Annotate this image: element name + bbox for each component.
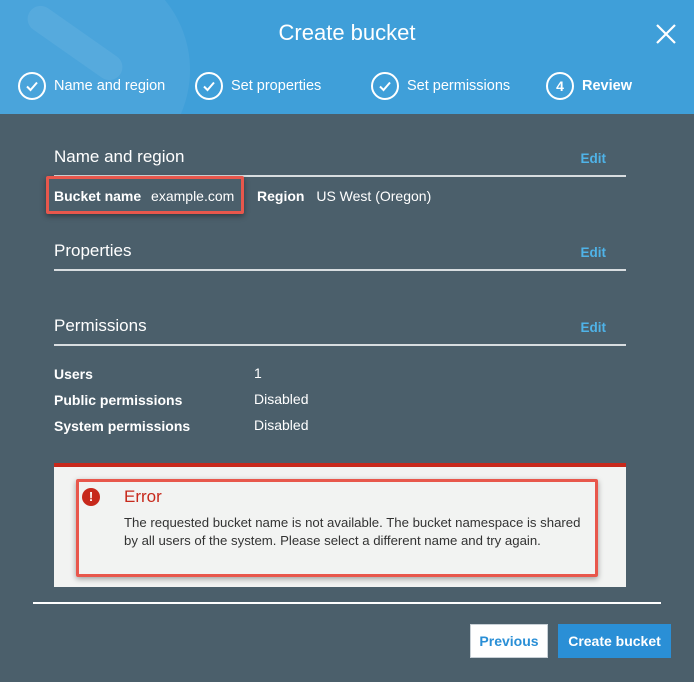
step-name-and-region[interactable]: Name and region	[18, 70, 165, 102]
wizard-steps: Name and region Set properties Set permi…	[0, 70, 694, 104]
public-permissions-value: Disabled	[254, 391, 309, 407]
edit-properties-link[interactable]: Edit	[581, 245, 607, 260]
region-value: US West (Oregon)	[316, 188, 432, 204]
step-review[interactable]: 4 Review	[546, 70, 632, 102]
step-label: Set permissions	[407, 78, 511, 94]
previous-button[interactable]: Previous	[470, 624, 548, 658]
check-icon	[195, 72, 223, 100]
system-permissions-value: Disabled	[254, 417, 309, 433]
bucket-name-value: example.com	[151, 188, 235, 204]
footer-divider	[33, 602, 661, 604]
section-title: Permissions	[54, 316, 147, 335]
dialog-header: Create bucket Name and region Set proper…	[0, 0, 694, 114]
section-title: Properties	[54, 241, 132, 260]
step-label: Review	[582, 78, 632, 94]
section-title: Name and region	[54, 147, 185, 166]
edit-name-region-link[interactable]: Edit	[581, 151, 607, 166]
public-permissions-label: Public permissions	[54, 392, 183, 408]
users-value: 1	[254, 365, 262, 381]
check-icon	[18, 72, 46, 100]
step-number: 4	[546, 72, 574, 100]
error-icon: !	[82, 488, 100, 506]
step-label: Name and region	[54, 78, 166, 94]
section-permissions: Permissions Edit	[54, 314, 626, 346]
check-icon	[371, 72, 399, 100]
step-label: Set properties	[231, 78, 322, 94]
error-title: Error	[124, 487, 162, 506]
error-message: The requested bucket name is not availab…	[124, 515, 581, 548]
region-label: Region	[257, 188, 305, 204]
region-row: Region US West (Oregon)	[257, 188, 431, 204]
edit-permissions-link[interactable]: Edit	[581, 320, 607, 335]
step-set-permissions[interactable]: Set permissions	[371, 70, 510, 102]
create-bucket-button[interactable]: Create bucket	[558, 624, 671, 658]
system-permissions-label: System permissions	[54, 418, 191, 434]
close-icon[interactable]	[654, 22, 678, 46]
users-label: Users	[54, 366, 93, 382]
section-properties: Properties Edit	[54, 239, 626, 271]
bucket-name-label: Bucket name	[54, 188, 142, 204]
section-name-and-region: Name and region Edit	[54, 145, 626, 177]
bucket-name-row: Bucket name example.com	[54, 188, 234, 204]
dialog-title: Create bucket	[278, 20, 416, 45]
step-set-properties[interactable]: Set properties	[195, 70, 321, 102]
